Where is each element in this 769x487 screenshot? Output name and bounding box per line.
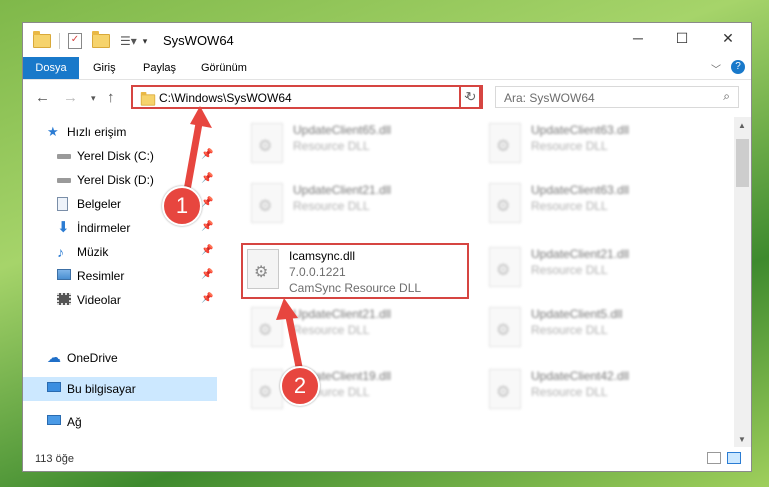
arrow-1-shaft	[182, 114, 204, 200]
arrow-1-head	[190, 106, 212, 128]
callout-1: 1	[162, 186, 202, 226]
callout-arrows	[182, 106, 304, 376]
arrow-2-head	[276, 298, 298, 320]
arrow-2-shaft	[284, 308, 304, 376]
callout-2: 2	[280, 366, 320, 406]
